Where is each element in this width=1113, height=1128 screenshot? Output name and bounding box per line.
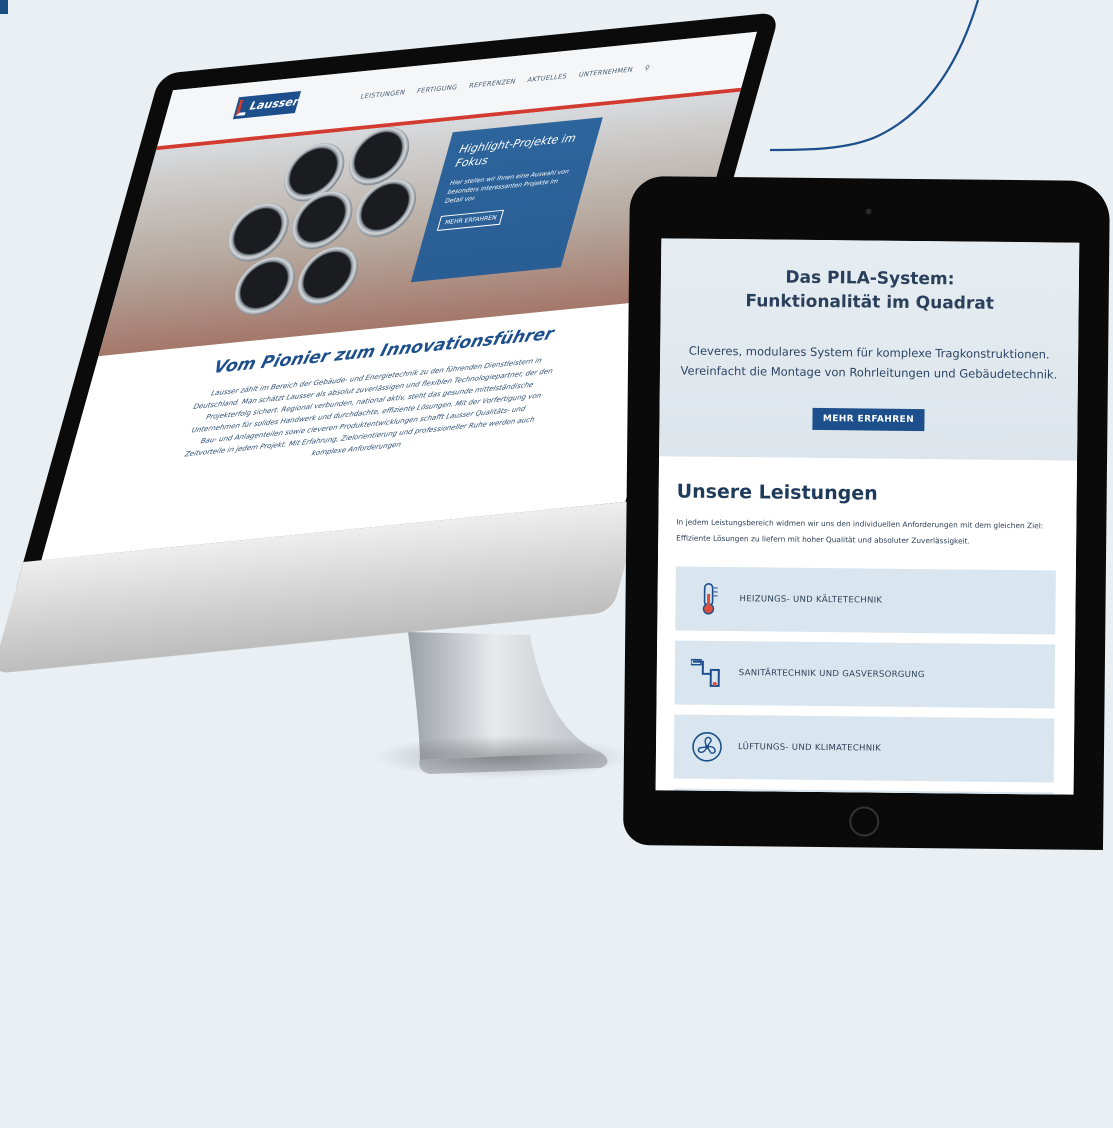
ipad-mockup: Das PILA-System: Funktionalität im Quadr… [623, 176, 1110, 850]
highlight-panel: Highlight-Projekte im Fokus Hier stellen… [411, 117, 603, 282]
nav-item-fertigung[interactable]: FERTIGUNG [416, 83, 458, 95]
thermometer-icon [691, 582, 725, 616]
nav-item-unternehmen[interactable]: UNTERNEHMEN [578, 65, 634, 78]
leistungen-text: In jedem Leistungsbereich widmen wir uns… [676, 515, 1064, 551]
pila-title: Das PILA-System: Funktionalität im Quadr… [661, 264, 1079, 316]
pila-more-button[interactable]: MEHR ERFAHREN [813, 408, 924, 431]
nav-item-aktuelles[interactable]: AKTUELLES [526, 72, 567, 84]
pipe-image [221, 200, 295, 264]
imac-stand-shadow [372, 735, 632, 779]
pipe-image [342, 124, 416, 188]
desktop-nav: LEISTUNGEN FERTIGUNG REFERENZEN AKTUELLE… [360, 64, 651, 101]
brand-logo[interactable]: Lausser [233, 91, 301, 119]
pipe-fitting-icon [691, 656, 725, 690]
apple-logo-icon [150, 1050, 203, 1100]
highlight-more-button[interactable]: MEHR ERFAHREN [437, 210, 505, 231]
fan-icon [690, 730, 724, 764]
highlight-text: Hier stellen wir Ihnen eine Auswahl von … [444, 166, 578, 206]
service-next-partial[interactable] [673, 788, 1054, 794]
highlight-title: Highlight-Projekte im Fokus [454, 130, 588, 171]
service-sanitaer[interactable]: SANITÄRTECHNIK UND GASVERSORGUNG [674, 640, 1055, 708]
nav-item-referenzen[interactable]: REFERENZEN [468, 77, 517, 90]
pila-title-line2: Funktionalität im Quadrat [661, 288, 1079, 316]
leistungen-section: Unsere Leistungen In jedem Leistungsbere… [656, 456, 1077, 794]
leistungen-title: Unsere Leistungen [677, 481, 878, 505]
pipe-image [228, 254, 302, 318]
tablet-website: Das PILA-System: Funktionalität im Quadr… [656, 238, 1080, 794]
pila-text: Cleveres, modulares System für komplexe … [669, 340, 1069, 384]
service-heizung[interactable]: HEIZUNGS- UND KÄLTETECHNIK [675, 567, 1056, 635]
pipe-image [349, 176, 423, 240]
pipe-image [291, 244, 365, 308]
service-lueftung[interactable]: LÜFTUNGS- UND KLIMATECHNIK [674, 714, 1055, 782]
service-label: LÜFTUNGS- UND KLIMATECHNIK [738, 742, 881, 753]
nav-item-leistungen[interactable]: LEISTUNGEN [360, 88, 407, 100]
pila-section: Das PILA-System: Funktionalität im Quadr… [659, 238, 1079, 460]
service-label: HEIZUNGS- UND KÄLTETECHNIK [740, 594, 883, 605]
ipad-home-button[interactable] [849, 806, 879, 836]
ipad-camera [866, 208, 872, 214]
search-icon[interactable]: ⚲ [644, 64, 651, 73]
service-label: SANITÄRTECHNIK UND GASVERSORGUNG [739, 668, 925, 680]
